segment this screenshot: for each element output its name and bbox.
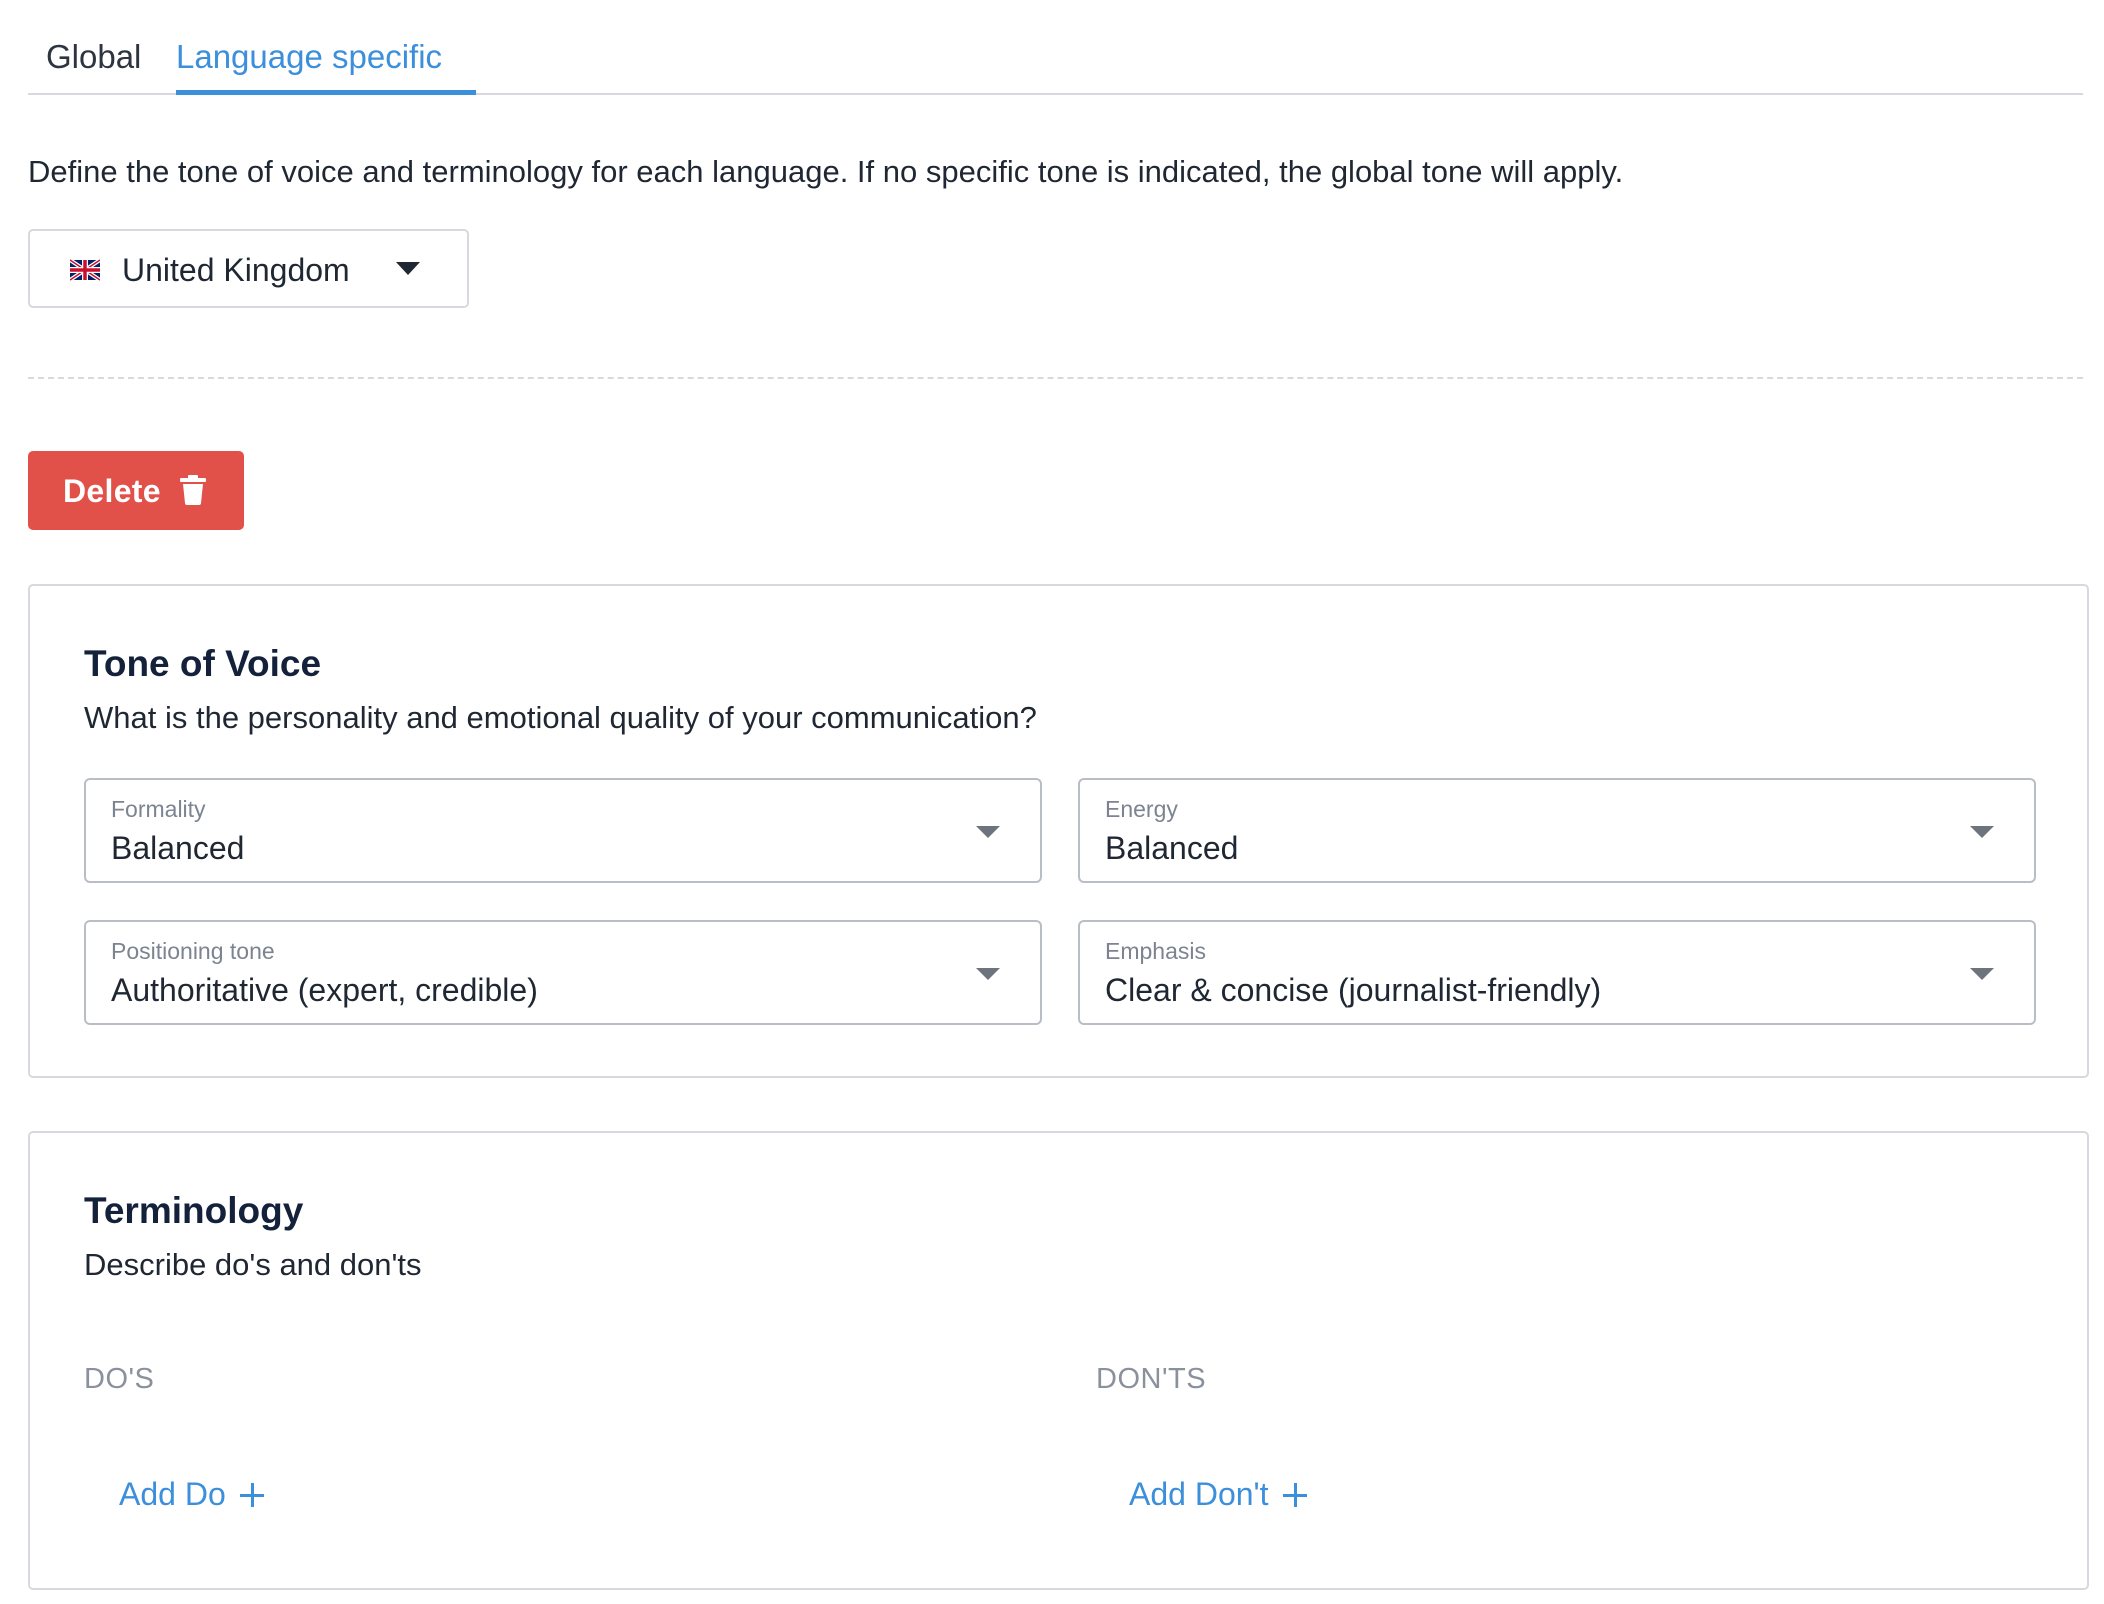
tab-language-specific[interactable]: Language specific bbox=[176, 34, 442, 95]
delete-button[interactable]: Delete bbox=[28, 451, 244, 530]
plus-icon bbox=[239, 1483, 264, 1507]
formality-value: Balanced bbox=[111, 830, 245, 866]
tone-of-voice-title: Tone of Voice bbox=[84, 643, 322, 684]
country-select-value: United Kingdom bbox=[122, 252, 350, 288]
section-divider bbox=[28, 377, 2083, 379]
intro-text: Define the tone of voice and terminology… bbox=[28, 154, 1624, 189]
terminology-subtitle: Describe do's and don'ts bbox=[84, 1247, 422, 1282]
uk-flag-icon bbox=[70, 259, 100, 281]
energy-label: Energy bbox=[1105, 796, 1178, 822]
delete-button-label: Delete bbox=[63, 473, 161, 509]
plus-icon bbox=[1282, 1483, 1307, 1507]
dos-heading: DO'S bbox=[84, 1363, 155, 1395]
tab-global[interactable]: Global bbox=[46, 34, 141, 95]
trash-icon bbox=[180, 475, 206, 505]
country-select[interactable]: United Kingdom bbox=[28, 229, 469, 308]
positioning-tone-label: Positioning tone bbox=[111, 938, 275, 964]
chevron-down-icon bbox=[976, 968, 1000, 980]
tone-of-voice-card: Tone of Voice What is the personality an… bbox=[28, 584, 2089, 1078]
chevron-down-icon bbox=[396, 262, 420, 275]
emphasis-value: Clear & concise (journalist-friendly) bbox=[1105, 972, 1602, 1008]
add-dont-button[interactable]: Add Don't bbox=[1129, 1472, 1307, 1516]
formality-label: Formality bbox=[111, 796, 206, 822]
terminology-title: Terminology bbox=[84, 1190, 304, 1231]
add-do-label: Add Do bbox=[119, 1476, 226, 1512]
energy-value: Balanced bbox=[1105, 830, 1239, 866]
emphasis-select[interactable]: Emphasis Clear & concise (journalist-fri… bbox=[1078, 920, 2036, 1025]
chevron-down-icon bbox=[1970, 826, 1994, 838]
chevron-down-icon bbox=[1970, 968, 1994, 980]
chevron-down-icon bbox=[976, 826, 1000, 838]
positioning-tone-select[interactable]: Positioning tone Authoritative (expert, … bbox=[84, 920, 1042, 1025]
add-dont-label: Add Don't bbox=[1129, 1476, 1269, 1512]
formality-select[interactable]: Formality Balanced bbox=[84, 778, 1042, 883]
emphasis-label: Emphasis bbox=[1105, 938, 1206, 964]
add-do-button[interactable]: Add Do bbox=[119, 1472, 264, 1516]
donts-heading: DON'TS bbox=[1096, 1363, 1207, 1395]
active-tab-indicator bbox=[176, 90, 476, 95]
terminology-card: Terminology Describe do's and don'ts DO'… bbox=[28, 1131, 2089, 1590]
tab-bar: Global Language specific bbox=[28, 28, 2083, 95]
energy-select[interactable]: Energy Balanced bbox=[1078, 778, 2036, 883]
positioning-tone-value: Authoritative (expert, credible) bbox=[111, 972, 538, 1008]
tone-of-voice-subtitle: What is the personality and emotional qu… bbox=[84, 700, 1037, 735]
